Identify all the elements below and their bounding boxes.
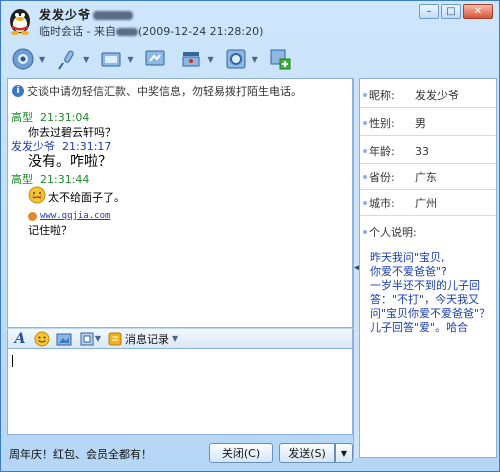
voice-call-icon (53, 46, 81, 72)
text-cursor (12, 355, 13, 367)
image-icon (56, 333, 72, 345)
video-call-button[interactable]: ▼ (9, 46, 45, 72)
message-history-button[interactable]: 消息记录 ▼ (108, 331, 178, 347)
field-value: 发发少爷 (415, 89, 459, 102)
field-label: 城市: (369, 197, 395, 210)
chevron-down-icon[interactable]: ▼ (83, 55, 89, 64)
profile-field: 城市: 广州 (360, 191, 496, 216)
message-text: 记住啦？ (28, 224, 72, 237)
chevron-down-icon[interactable]: ▼ (95, 334, 101, 343)
add-app-icon (266, 46, 294, 72)
contact-name: 发发少爷 (39, 6, 134, 23)
field-value: 广州 (415, 197, 437, 210)
file-transfer-icon (97, 46, 125, 72)
scissors-icon (80, 332, 94, 345)
video-call-icon (9, 46, 37, 72)
main-toolbar: ▼ ▼ ▼ ▼ ▼ (1, 41, 499, 77)
field-label: 昵称: (369, 89, 395, 102)
info-icon: i (12, 85, 24, 97)
capture-button[interactable]: ▼ (78, 331, 102, 347)
message-header: 高型 21:31:44 (11, 173, 90, 186)
gear-icon (222, 46, 250, 72)
session-info: 临时会话 - 来自 (2009-12-24 21:28:20) (39, 25, 264, 38)
promo-link[interactable]: 周年庆！红包、会员全都有！ (9, 446, 152, 462)
send-button[interactable]: 发送(S) (279, 443, 335, 463)
qq-penguin-icon (10, 9, 30, 35)
app-menu-button[interactable]: ▼ (177, 46, 214, 72)
window-controls: – □ ✕ (419, 4, 493, 19)
screenshot-button[interactable] (56, 331, 72, 347)
qq-chat-window: 发发少爷 临时会话 - 来自 (2009-12-24 21:28:20) – □ … (0, 0, 500, 472)
intro-label: 个人说明: (363, 224, 417, 240)
profile-field: 性别: 男 (360, 111, 496, 136)
redacted-id (93, 11, 134, 20)
font-icon: A (14, 330, 26, 347)
maximize-button[interactable]: □ (441, 4, 461, 19)
contact-profile-panel: 昵称: 发发少爷 性别: 男 年龄: 33 省份: 广东 城市: 广州 个人说明… (359, 78, 497, 458)
field-label: 省份: (369, 171, 395, 184)
smiley-icon (34, 331, 50, 346)
field-label: 年龄: (369, 145, 395, 158)
chevron-down-icon[interactable]: ▼ (252, 55, 258, 64)
redacted-source (115, 28, 138, 36)
remote-assist-icon (141, 46, 169, 72)
message-text: 太不给面子了。 (48, 191, 125, 204)
chevron-down-icon[interactable]: ▼ (127, 55, 133, 64)
field-value: 广东 (415, 171, 437, 184)
settings-button[interactable]: ▼ (222, 46, 258, 72)
intro-text: 昨天我问"宝贝, 你爱不爱爸爸"? 一岁半还不到的儿子回答："不打"，今天我又问… (370, 251, 491, 334)
close-button[interactable]: 关闭(C) (209, 443, 273, 463)
emoticon-button[interactable] (34, 331, 50, 347)
app-settings-icon (177, 46, 205, 72)
input-toolbar: A ▼ 消息记录 ▼ (7, 329, 353, 349)
file-transfer-button[interactable]: ▼ (97, 46, 133, 72)
minimize-button[interactable]: – (419, 4, 439, 19)
voice-call-button[interactable]: ▼ (53, 46, 89, 72)
safety-notice: i 交谈中请勿轻信汇款、中奖信息，勿轻易拨打陌生电话。 (12, 83, 302, 99)
close-window-button[interactable]: ✕ (463, 4, 493, 19)
profile-field: 省份: 广东 (360, 165, 496, 190)
bullet-icon (363, 93, 367, 97)
message-link[interactable]: www.qqjia.com (28, 211, 110, 221)
bullet-icon (363, 201, 367, 205)
chevron-down-icon[interactable]: ▼ (207, 55, 213, 64)
message-input[interactable] (7, 349, 353, 435)
field-value: 33 (415, 144, 429, 158)
chevron-down-icon: ▼ (172, 334, 179, 343)
message-text: 没有。咋啦？ (28, 154, 112, 170)
profile-field: 年龄: 33 (360, 139, 496, 164)
profile-field: 昵称: 发发少爷 (360, 83, 496, 108)
message-header: 高型 21:31:04 (11, 111, 90, 124)
chat-history[interactable]: i 交谈中请勿轻信汇款、中奖信息，勿轻易拨打陌生电话。 高型 21:31:04 … (7, 78, 353, 328)
chevron-down-icon[interactable]: ▼ (39, 55, 45, 64)
remote-assist-button[interactable] (141, 46, 169, 72)
bullet-icon (363, 230, 367, 234)
send-options-button[interactable]: ▼ (335, 443, 353, 463)
font-button[interactable]: A (12, 331, 28, 347)
web-icon (28, 211, 37, 221)
field-label: 性别: (369, 117, 395, 130)
field-value: 男 (415, 117, 426, 130)
title-bar[interactable]: 发发少爷 临时会话 - 来自 (2009-12-24 21:28:20) – □ … (1, 1, 499, 41)
bullet-icon (363, 175, 367, 179)
history-icon (108, 332, 122, 345)
bullet-icon (363, 149, 367, 153)
embarrassed-smiley-icon (28, 186, 46, 204)
bullet-icon (363, 121, 367, 125)
add-app-button[interactable] (266, 46, 294, 72)
